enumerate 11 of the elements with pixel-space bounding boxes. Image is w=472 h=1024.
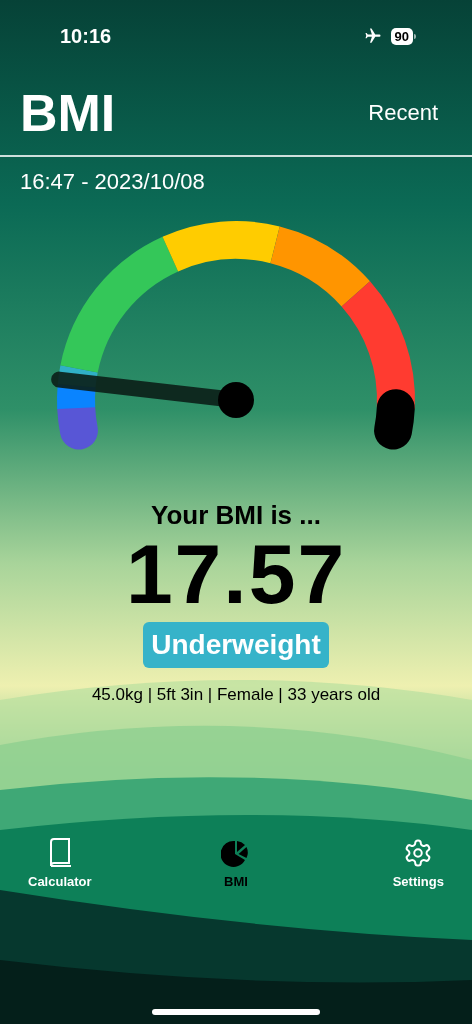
recent-button[interactable]: Recent [368,96,438,129]
tab-item[interactable]: Calculator [28,837,92,891]
tab-item[interactable]: Settings [392,837,444,891]
date-text: 16:47 - 2023/10/08 [20,168,205,196]
bmi-value: 17.57 [125,530,347,618]
status-time: 10:16 [60,24,112,49]
tab-item[interactable]: BMI [221,837,251,891]
result-heading: Your BMI is ... [151,500,321,530]
category-label: Underweight [143,622,329,668]
details-text: 45.0kg | 5ft 3in | Female | 33 years old [91,684,381,706]
page-title: BMI [20,86,116,139]
